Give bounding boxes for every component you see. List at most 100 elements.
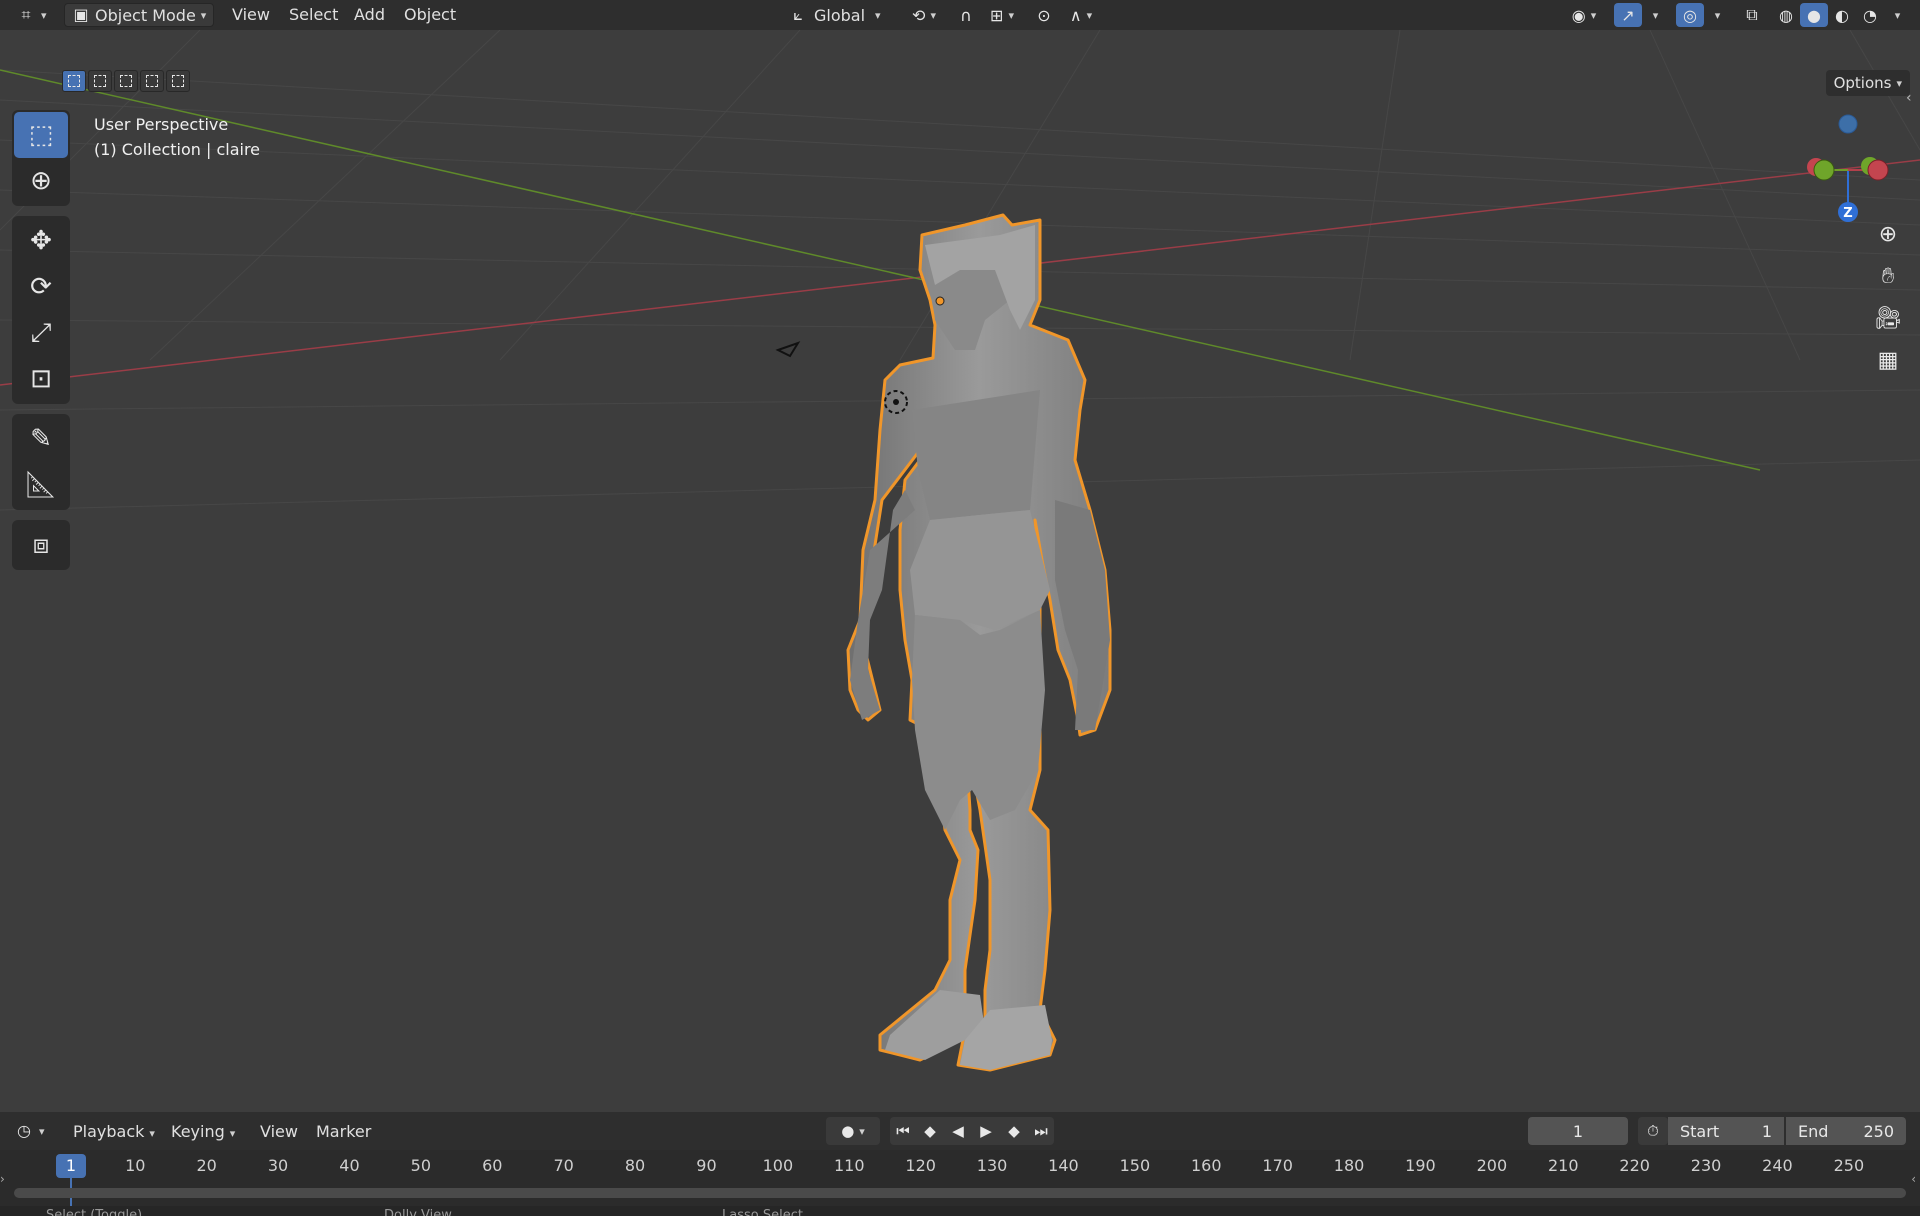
preview-range-toggle[interactable]: ⏱ [1638, 1117, 1668, 1145]
mode-selector[interactable]: ▣ Object Mode ▾ [64, 3, 214, 27]
gizmo-toggle[interactable]: ↗ [1614, 3, 1642, 27]
shading-menu-button[interactable]: ▾ [1884, 3, 1906, 27]
chevron-down-icon: ▾ [1714, 8, 1721, 22]
snap-toggle[interactable]: ∩ [952, 3, 980, 27]
orientation-label: Global [814, 5, 866, 25]
auto-keying-button[interactable]: ● ▾ [826, 1117, 880, 1145]
select-intersect-icon [172, 75, 184, 87]
falloff-button[interactable]: ∧ ▾ [1060, 3, 1102, 27]
options-dropdown[interactable]: Options ▾ [1825, 70, 1910, 96]
tool-cursor[interactable]: ⊕ [14, 158, 68, 204]
select-set-icon [68, 75, 80, 87]
character-mesh-claire[interactable] [846, 213, 1112, 1072]
editor-type-button[interactable]: ⌗ ▾ [16, 3, 46, 27]
frame-tick-label: 240 [1762, 1156, 1793, 1175]
menu-view[interactable]: View [232, 5, 270, 24]
menu-select[interactable]: Select [289, 5, 338, 24]
play-reverse-button[interactable]: ◀ [944, 1117, 972, 1145]
gizmo-neg-z-handle[interactable] [1838, 114, 1858, 134]
end-frame-field[interactable]: End 250 [1786, 1117, 1906, 1145]
prev-keyframe-button[interactable]: ◆ [916, 1117, 944, 1145]
tool-rotate[interactable]: ⟳ [14, 264, 68, 310]
object-mode-icon: ▣ [73, 5, 89, 24]
shading-rendered-button[interactable]: ◔ [1856, 3, 1884, 27]
frame-tick-label: 200 [1476, 1156, 1508, 1175]
sidebar-expand-arrow[interactable]: ‹ [1906, 90, 1912, 106]
gizmo-z-label: Z [1843, 206, 1852, 221]
timeline-editor-type[interactable]: ◷ ▾ [14, 1119, 45, 1143]
next-keyframe-button[interactable]: ◆ [1000, 1117, 1028, 1145]
camera-view-button[interactable]: 🎥︎ [1868, 298, 1908, 338]
snap-target-button[interactable]: ⊞ ▾ [982, 3, 1022, 27]
select-mode-extend-button[interactable] [88, 70, 112, 92]
pan-button[interactable]: ✋︎ [1868, 256, 1908, 296]
pivot-point-button[interactable]: ⟲ ▾ [904, 3, 944, 27]
gizmo-x-handle[interactable] [1867, 159, 1889, 181]
jump-start-button[interactable]: ⏮ [890, 1117, 916, 1145]
status-select-hint: Select (Toggle) [46, 1208, 143, 1216]
tool-annotate[interactable]: ✎ [14, 416, 68, 462]
shading-solid-button[interactable]: ● [1800, 3, 1828, 27]
select-mode-set-button[interactable] [62, 70, 86, 92]
chevron-down-icon: ▾ [1590, 8, 1597, 22]
playhead[interactable]: 1 [56, 1154, 86, 1178]
stopwatch-icon: ⏱ [1647, 1122, 1659, 1140]
gizmo-y-handle[interactable] [1813, 159, 1835, 181]
overlays-icon: ◎ [1683, 5, 1697, 25]
play-button[interactable]: ▶ [972, 1117, 1000, 1145]
record-icon: ● [841, 1122, 855, 1140]
tool-group-transform: ✥ ⟳ ⤢ ⊡ [12, 216, 70, 404]
frame-tick-label: 160 [1190, 1156, 1222, 1175]
zoom-button[interactable]: ⊕ [1868, 214, 1908, 254]
camera-object[interactable] [775, 341, 801, 358]
frame-tick-label: 20 [196, 1156, 217, 1175]
overlays-menu-button[interactable]: ▾ [1704, 3, 1726, 27]
jump-start-icon: ⏮ [896, 1122, 910, 1140]
frame-tick-label: 80 [624, 1156, 646, 1175]
menu-keying[interactable]: Keying ▾ [171, 1122, 235, 1141]
orientation-icon: ⟀ [793, 5, 803, 24]
gizmo-menu-button[interactable]: ▾ [1642, 3, 1664, 27]
timeline-scrollbar[interactable] [14, 1188, 1906, 1198]
frame-tick-label: 230 [1690, 1156, 1722, 1175]
chevron-down-icon: ▾ [1894, 8, 1901, 22]
3d-viewport[interactable]: Options ▾ User Perspective (1) Collectio… [0, 30, 1920, 1110]
tool-move[interactable]: ✥ [14, 218, 68, 264]
perspective-toggle-button[interactable]: ▦ [1868, 340, 1908, 380]
visibility-button[interactable]: ◉ ▾ [1562, 3, 1606, 27]
tool-scale[interactable]: ⤢ [14, 310, 68, 356]
transform-orientation-selector[interactable]: ⟀ Global ▾ [788, 3, 892, 27]
frame-tick-label: 120 [905, 1156, 936, 1175]
chevron-down-icon: ▾ [930, 8, 936, 22]
shading-wireframe-button[interactable]: ◍ [1772, 3, 1800, 27]
proportional-edit-toggle[interactable]: ⊙ [1030, 3, 1058, 27]
rotate-icon: ⟳ [30, 272, 52, 302]
solid-sphere-icon: ● [1807, 5, 1821, 25]
tool-transform[interactable]: ⊡ [14, 356, 68, 402]
overlays-toggle[interactable]: ◎ [1676, 3, 1704, 27]
select-mode-invert-button[interactable] [140, 70, 164, 92]
navigation-gizmo[interactable]: Z [1790, 110, 1910, 230]
tool-measure[interactable]: 📐︎ [14, 462, 68, 508]
menu-object[interactable]: Object [404, 5, 456, 24]
menu-playback[interactable]: Playback ▾ [73, 1122, 155, 1141]
clock-icon: ◷ [17, 1121, 31, 1140]
left-expand-arrow[interactable]: › [0, 1172, 5, 1186]
menu-add[interactable]: Add [354, 5, 385, 24]
current-frame-field[interactable]: 1 [1528, 1117, 1628, 1145]
xray-toggle[interactable]: ⧉ [1738, 3, 1766, 27]
pencil-icon: ✎ [30, 424, 52, 454]
shading-material-button[interactable]: ◐ [1828, 3, 1856, 27]
right-expand-arrow[interactable]: ‹ [1911, 1172, 1916, 1186]
menu-marker[interactable]: Marker [316, 1122, 371, 1141]
start-frame-field[interactable]: Start 1 [1668, 1117, 1784, 1145]
tool-add-cube[interactable]: ⧈ [14, 522, 68, 568]
select-mode-subtract-button[interactable] [114, 70, 138, 92]
tool-select-box[interactable]: ⬚ [14, 112, 68, 158]
menu-timeline-view[interactable]: View [260, 1122, 298, 1141]
cursor-icon: ⊕ [30, 166, 52, 196]
start-value: 1 [1761, 1121, 1772, 1141]
select-mode-intersect-button[interactable] [166, 70, 190, 92]
jump-end-button[interactable]: ⏭ [1028, 1117, 1054, 1145]
prev-keyframe-icon: ◆ [924, 1122, 936, 1140]
